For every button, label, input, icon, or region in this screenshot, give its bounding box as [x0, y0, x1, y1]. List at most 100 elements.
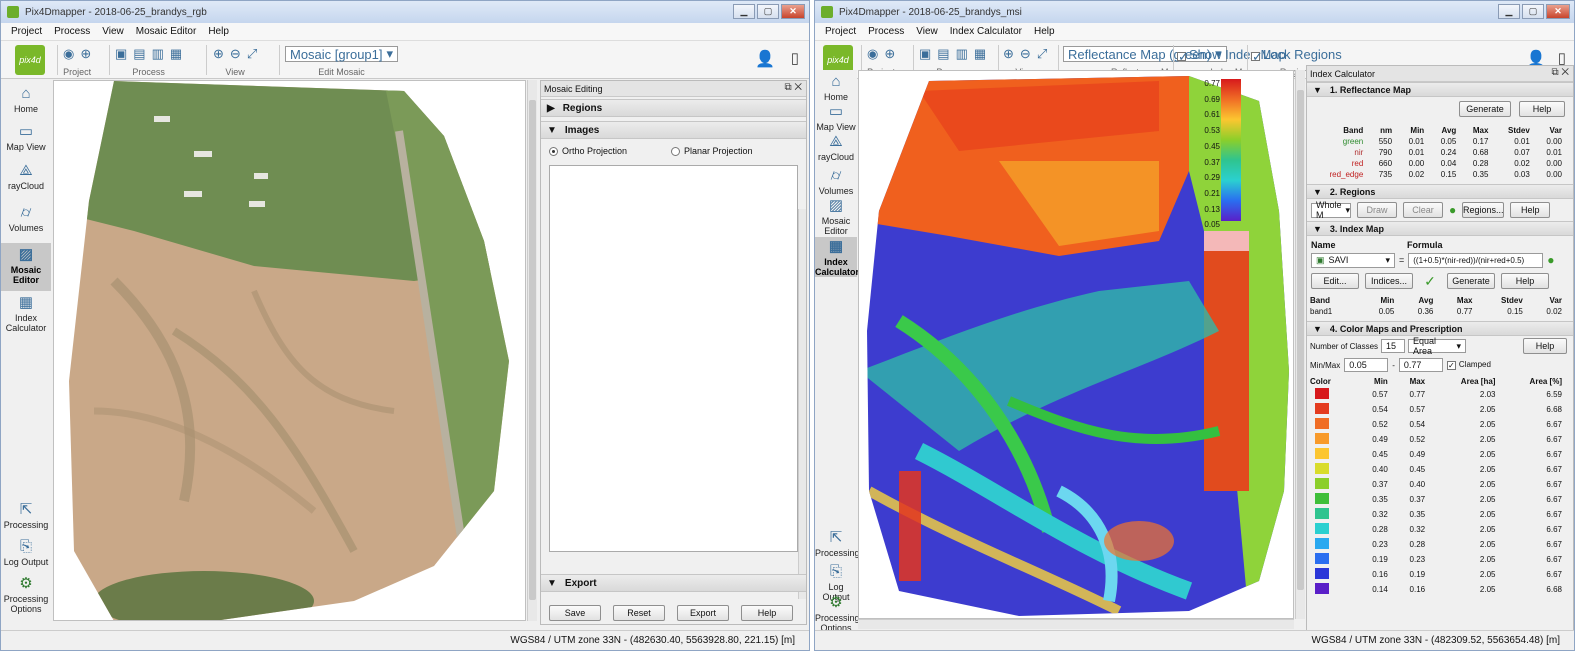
menu-project[interactable]: Project: [5, 26, 48, 37]
sidebar-item-mosaic-editor[interactable]: ▨ Mosaic Editor: [1, 243, 51, 291]
indices-button[interactable]: Indices...: [1365, 273, 1413, 289]
export-button[interactable]: Export: [677, 605, 729, 621]
menu-view[interactable]: View: [96, 26, 130, 37]
generate-reflectance-button[interactable]: Generate: [1459, 101, 1511, 117]
globe-icon[interactable]: ◉: [63, 46, 74, 62]
help-button[interactable]: Help: [741, 605, 793, 621]
sidebar-item-processing-options[interactable]: ⚙ Processing Options: [1, 576, 51, 615]
zoom-fit-icon[interactable]: ⤢: [247, 46, 257, 62]
sidebar-item-volumes[interactable]: ⌭ Volumes: [815, 168, 857, 197]
menu-index-calculator[interactable]: Index Calculator: [944, 26, 1028, 37]
title-bar[interactable]: Pix4Dmapper - 2018-06-25_brandys_rgb ▁ ▢…: [1, 1, 809, 23]
menu-help[interactable]: Help: [202, 26, 235, 37]
color-swatch[interactable]: [1315, 508, 1329, 519]
close-button[interactable]: ✕: [781, 4, 805, 19]
ortho-projection-radio[interactable]: Ortho Projection: [549, 146, 671, 157]
color-swatch[interactable]: [1315, 388, 1329, 399]
step4-icon[interactable]: ▦: [170, 46, 182, 62]
menu-help[interactable]: Help: [1028, 26, 1061, 37]
color-swatch[interactable]: [1315, 448, 1329, 459]
zoom-out-icon[interactable]: ⊖: [1020, 46, 1031, 62]
close-button[interactable]: ✕: [1546, 4, 1570, 19]
sidebar-item-processing[interactable]: ⇱ Processing: [1, 502, 51, 531]
step3-icon[interactable]: ▥: [152, 46, 164, 62]
zoom-fit-icon[interactable]: ⤢: [1037, 46, 1047, 62]
sidebar-item-raycloud[interactable]: ⟁ rayCloud: [1, 163, 51, 192]
close-panel-icon[interactable]: ✕: [794, 82, 802, 93]
min-input[interactable]: 0.05: [1344, 358, 1389, 372]
planar-projection-radio[interactable]: Planar Projection: [671, 146, 753, 157]
step2-icon[interactable]: ▤: [133, 46, 145, 62]
maximize-button[interactable]: ▢: [757, 4, 779, 19]
color-swatch[interactable]: [1315, 583, 1329, 594]
menu-process[interactable]: Process: [48, 26, 96, 37]
zoom-out-icon[interactable]: ⊖: [230, 46, 241, 62]
regions-section-header[interactable]: ▶ Regions: [541, 99, 806, 117]
zoom-in-icon[interactable]: ⊕: [1003, 46, 1014, 62]
sidebar-item-processing[interactable]: ⇱ Processing: [815, 530, 860, 559]
step1-icon[interactable]: ▣: [919, 46, 931, 62]
help-button[interactable]: Help: [1501, 273, 1549, 289]
step4-icon[interactable]: ▦: [974, 46, 986, 62]
regions-section-header[interactable]: ▼ 2. Regions: [1307, 184, 1573, 199]
color-swatch[interactable]: [1315, 523, 1329, 534]
color-swatch[interactable]: [1315, 553, 1329, 564]
panel-scrollbar[interactable]: [798, 209, 806, 599]
sidebar-item-map-view[interactable]: ▭ Map View: [1, 124, 51, 153]
help-button[interactable]: Help: [1523, 338, 1567, 354]
number-of-classes-spinbox[interactable]: 15: [1381, 339, 1406, 353]
help-button[interactable]: Help: [1519, 101, 1565, 117]
export-section-header[interactable]: ▼ Export: [541, 574, 806, 592]
images-list[interactable]: [549, 165, 798, 552]
color-swatch[interactable]: [1315, 538, 1329, 549]
map-vertical-scrollbar[interactable]: [1295, 70, 1305, 619]
sidebar-item-map-view[interactable]: ▭ Map View: [815, 104, 857, 133]
menu-view[interactable]: View: [910, 26, 944, 37]
zoom-in-icon[interactable]: ⊕: [213, 46, 224, 62]
maximize-button[interactable]: ▢: [1522, 4, 1544, 19]
clear-button[interactable]: Clear: [1403, 202, 1443, 218]
color-maps-section-header[interactable]: ▼ 4. Color Maps and Prescription: [1307, 321, 1573, 336]
panel-toggle-icon[interactable]: ▯: [791, 49, 799, 67]
clamped-checkbox[interactable]: ✓ Clamped: [1446, 360, 1491, 370]
reset-button[interactable]: Reset: [613, 605, 665, 621]
float-panel-icon[interactable]: ⧉: [784, 82, 791, 93]
sidebar-item-volumes[interactable]: ⌭ Volumes: [1, 205, 51, 234]
formula-input[interactable]: ((1+0.5)*(nir-red))/(nir+red+0.5): [1408, 252, 1544, 268]
color-swatch[interactable]: [1315, 568, 1329, 579]
mosaic-map-view[interactable]: [53, 80, 526, 621]
reflectance-map-section-header[interactable]: ▼ 1. Reflectance Map: [1307, 82, 1573, 97]
generate-index-button[interactable]: Generate: [1447, 273, 1495, 289]
menu-mosaic-editor[interactable]: Mosaic Editor: [130, 26, 203, 37]
classing-method-select[interactable]: Equal Area ▾: [1408, 336, 1467, 356]
sidebar-item-log-output[interactable]: ⎘ Log Output: [1, 539, 51, 568]
map-horizontal-scrollbar[interactable]: [858, 619, 1294, 629]
minimize-button[interactable]: ▁: [733, 4, 755, 19]
index-select[interactable]: ▣ SAVI ▾: [1311, 252, 1395, 268]
regions-button[interactable]: Regions...: [1462, 202, 1505, 218]
edit-button[interactable]: Edit...: [1311, 273, 1359, 289]
color-swatch[interactable]: [1315, 433, 1329, 444]
color-swatch[interactable]: [1315, 403, 1329, 414]
draw-button[interactable]: Draw: [1357, 202, 1397, 218]
sidebar-item-home[interactable]: ⌂ Home: [1, 86, 51, 115]
images-section-header[interactable]: ▼ Images: [541, 121, 806, 139]
float-panel-icon[interactable]: ⧉: [1551, 67, 1558, 78]
minimize-button[interactable]: ▁: [1498, 4, 1520, 19]
max-input[interactable]: 0.77: [1398, 358, 1443, 372]
sidebar-item-home[interactable]: ⌂ Home: [815, 74, 857, 103]
title-bar[interactable]: Pix4Dmapper - 2018-06-25_brandys_msi ▁ ▢…: [815, 1, 1574, 23]
sidebar-item-raycloud[interactable]: ⟁ rayCloud: [815, 134, 857, 163]
color-swatch[interactable]: [1315, 493, 1329, 504]
sidebar-item-processing-options[interactable]: ⚙ Processing Options: [815, 595, 860, 634]
sidebar-item-mosaic-editor[interactable]: ▨ Mosaic Editor: [815, 198, 857, 237]
globe-icon[interactable]: ◉: [867, 46, 878, 62]
region-select[interactable]: Whole M ▾: [1311, 200, 1351, 220]
mosaic-select[interactable]: Mosaic [group1] ▾: [285, 46, 399, 62]
user-icon[interactable]: 👤: [755, 49, 775, 69]
close-panel-icon[interactable]: ✕: [1561, 67, 1569, 78]
sidebar-item-index-calculator[interactable]: ▦ Index Calculator: [1, 295, 51, 334]
crosshair-icon[interactable]: ⊕: [884, 46, 895, 62]
menu-project[interactable]: Project: [819, 26, 862, 37]
lock-regions-checkbox[interactable]: ✓Lock Regions: [1251, 47, 1342, 63]
